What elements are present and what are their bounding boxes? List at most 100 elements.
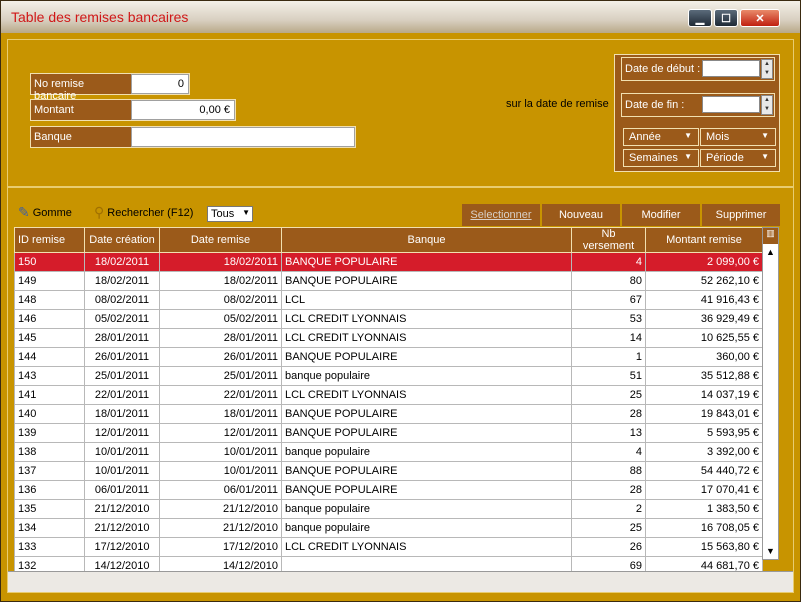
table-row[interactable]: 143 25/01/2011 25/01/2011 banque populaire 5… (14, 366, 763, 386)
table-cell: 17 070,41 € (645, 480, 763, 500)
table-row[interactable]: 134 21/12/2010 21/12/2010 banque populaire 2… (14, 518, 763, 538)
table-cell: BANQUE POPULAIRE (281, 271, 572, 291)
table-row[interactable]: 139 12/01/2011 12/01/2011 BANQUE POPULAIRE 1… (14, 423, 763, 443)
table-cell: 2 099,00 € (645, 252, 763, 272)
table-cell: 141 (14, 385, 85, 405)
table-row[interactable]: 133 17/12/2010 17/12/2010 LCL CREDIT LYONNA… (14, 537, 763, 557)
no-remise-input[interactable]: 0 (131, 74, 189, 94)
table-cell: 18/02/2011 (84, 252, 160, 272)
table-cell: 10/01/2011 (84, 442, 160, 462)
columns-icon[interactable]: ▥ (763, 228, 778, 244)
table-row[interactable]: 144 26/01/2011 26/01/2011 BANQUE POPULAIRE 1… (14, 347, 763, 367)
periode-button[interactable]: Période ▼ (700, 149, 776, 167)
table-header: ID remise Date création Date remise Banque N… (14, 227, 763, 253)
column-header[interactable]: Nb versement (571, 227, 646, 253)
table-cell: 12/01/2011 (84, 423, 160, 443)
gomme-label: Gomme (32, 206, 72, 219)
table-cell: 53 (571, 309, 646, 329)
mois-button[interactable]: Mois ▼ (700, 128, 776, 146)
dropdown-icon: ▼ (684, 131, 692, 140)
table-cell: 35 512,88 € (645, 366, 763, 386)
table-cell: 06/01/2011 (159, 480, 282, 500)
chevron-down-icon: ▼ (242, 208, 250, 217)
annee-button[interactable]: Année ▼ (623, 128, 699, 146)
rechercher-button[interactable]: ⚲ Rechercher (F12) (94, 204, 193, 221)
table-row[interactable]: 148 08/02/2011 08/02/2011 LCL 67 41 916,43 € (14, 290, 763, 310)
maximize-icon: ☐ (721, 12, 731, 25)
column-header[interactable]: Date remise (159, 227, 282, 253)
table-row[interactable]: 135 21/12/2010 21/12/2010 banque populaire 2… (14, 499, 763, 519)
banque-input[interactable] (131, 127, 355, 147)
table-row[interactable]: 149 18/02/2011 18/02/2011 BANQUE POPULAIRE 8… (14, 271, 763, 291)
table-cell: 360,00 € (645, 347, 763, 367)
column-header[interactable]: Montant remise (645, 227, 763, 253)
selectionner-button[interactable]: Selectionner (462, 204, 542, 226)
table-cell: BANQUE POPULAIRE (281, 347, 572, 367)
table-cell: 10/01/2011 (159, 442, 282, 462)
close-button[interactable]: ✕ (740, 9, 780, 27)
table-row[interactable]: 146 05/02/2011 05/02/2011 LCL CREDIT LYONNA… (14, 309, 763, 329)
semaines-button[interactable]: Semaines ▼ (623, 149, 699, 167)
montant-field: Montant 0,00 € (30, 99, 236, 121)
table-cell: 36 929,49 € (645, 309, 763, 329)
table-row[interactable]: 138 10/01/2011 10/01/2011 banque populaire 4… (14, 442, 763, 462)
table-cell: 25 (571, 385, 646, 405)
date-debut-label: Date de début : (625, 63, 701, 75)
table-body: 150 18/02/2011 18/02/2011 BANQUE POPULAIRE 4… (14, 252, 763, 576)
supprimer-button[interactable]: Supprimer (702, 204, 782, 226)
table-cell: 1 (571, 347, 646, 367)
gomme-button[interactable]: ✎ Gomme (18, 204, 72, 221)
column-header[interactable]: Banque (281, 227, 572, 253)
minimize-button[interactable]: ▁ (688, 9, 712, 27)
table-row[interactable]: 150 18/02/2011 18/02/2011 BANQUE POPULAIRE 4… (14, 252, 763, 272)
table-cell: LCL CREDIT LYONNAIS (281, 385, 572, 405)
table-row[interactable]: 140 18/01/2011 18/01/2011 BANQUE POPULAIRE 2… (14, 404, 763, 424)
filter-value: Tous (211, 208, 235, 220)
semaines-label: Semaines (629, 152, 678, 164)
column-header[interactable]: ID remise (14, 227, 85, 253)
banque-label: Banque (31, 127, 131, 147)
table-cell: 2 (571, 499, 646, 519)
table-row[interactable]: 141 22/01/2011 22/01/2011 LCL CREDIT LYONNA… (14, 385, 763, 405)
window-title: Table des remises bancaires (11, 9, 189, 25)
table-cell: 08/02/2011 (159, 290, 282, 310)
table-cell: 135 (14, 499, 85, 519)
date-fin-label: Date de fin : (625, 99, 685, 111)
table-cell: 138 (14, 442, 85, 462)
modifier-button[interactable]: Modifier (622, 204, 702, 226)
dropdown-icon: ▼ (684, 152, 692, 161)
table-cell: BANQUE POPULAIRE (281, 252, 572, 272)
table-row[interactable]: 145 28/01/2011 28/01/2011 LCL CREDIT LYONNA… (14, 328, 763, 348)
date-debut-input[interactable] (702, 60, 760, 77)
date-debut-row: Date de début : ▲ ▼ (621, 57, 775, 81)
date-debut-spinner[interactable]: ▲ ▼ (761, 59, 773, 79)
table-cell: 08/02/2011 (84, 290, 160, 310)
minimize-icon: ▁ (695, 12, 705, 25)
table-cell: 18/01/2011 (84, 404, 160, 424)
scroll-up-icon[interactable]: ▲ (766, 247, 775, 257)
table-cell: 22/01/2011 (84, 385, 160, 405)
date-fin-input[interactable] (702, 96, 760, 113)
table-cell: 52 262,10 € (645, 271, 763, 291)
table-cell: 21/12/2010 (159, 518, 282, 538)
filter-select[interactable]: Tous ▼ (207, 206, 253, 222)
table-cell: 28 (571, 404, 646, 424)
scrollbar[interactable]: ▥ ▲ ▼ (762, 227, 779, 560)
table-cell: 28/01/2011 (84, 328, 160, 348)
rechercher-label: Rechercher (F12) (107, 206, 194, 219)
mois-label: Mois (706, 131, 730, 143)
table-cell: 18/01/2011 (159, 404, 282, 424)
table-row[interactable]: 137 10/01/2011 10/01/2011 BANQUE POPULAIRE 8… (14, 461, 763, 481)
table-cell: 21/12/2010 (84, 518, 160, 538)
search-icon: ⚲ (94, 204, 105, 220)
column-header[interactable]: Date création (84, 227, 160, 253)
nouveau-button[interactable]: Nouveau (542, 204, 622, 226)
date-fin-spinner[interactable]: ▲ ▼ (761, 95, 773, 115)
montant-input[interactable]: 0,00 € (131, 100, 235, 120)
table-cell: 06/01/2011 (84, 480, 160, 500)
table-cell: 4 (571, 252, 646, 272)
maximize-button[interactable]: ☐ (714, 9, 738, 27)
banque-field: Banque (30, 126, 356, 148)
scroll-down-icon[interactable]: ▼ (766, 546, 775, 556)
table-row[interactable]: 136 06/01/2011 06/01/2011 BANQUE POPULAIRE 2… (14, 480, 763, 500)
